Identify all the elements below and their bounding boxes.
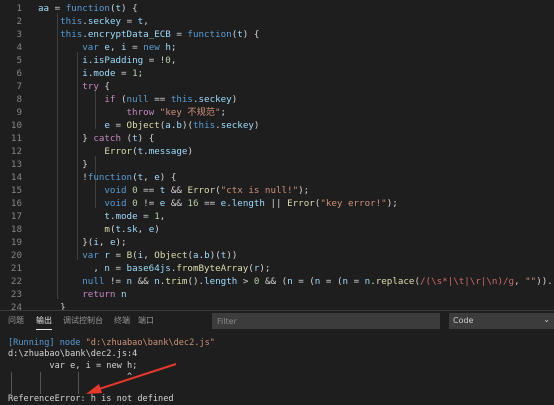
code-line[interactable]: 17 t.mode = 1,: [0, 210, 554, 223]
line-number: 20: [10, 250, 22, 261]
code-text: e = Object(a.b)(this.seckey): [104, 120, 260, 131]
line-number: 6: [16, 68, 22, 79]
code-line[interactable]: 4 var e, i = new h;: [0, 41, 554, 54]
code-line[interactable]: 16 void 0 != e && 16 == e.length || Erro…: [0, 197, 554, 210]
code-text: void 0 == t && Error("ctx is null!");: [104, 185, 310, 196]
output-channel-label: Code: [453, 316, 474, 325]
code-line[interactable]: 24 }: [0, 301, 554, 310]
line-number: 15: [10, 185, 22, 196]
line-number: 17: [10, 211, 22, 222]
chevron-down-icon: ⌄: [543, 315, 550, 324]
code-line[interactable]: 18 m(t.sk, e): [0, 223, 554, 236]
code-text: null != n && n.trim().length > 0 && (n =…: [82, 276, 554, 287]
code-line[interactable]: 11 } catch (t) {: [0, 132, 554, 145]
code-line[interactable]: 19 }(i, e);: [0, 236, 554, 249]
code-text: }: [38, 302, 66, 310]
indent-guide: [78, 372, 79, 394]
indent-guide: [40, 372, 41, 394]
line-number: 18: [10, 224, 22, 235]
code-text: throw "key 不规范";: [126, 107, 227, 118]
code-text: try {: [82, 81, 110, 92]
code-text: t.mode = 1,: [104, 211, 166, 222]
code-line[interactable]: 3 this.encryptData_ECB = function(t) {: [0, 28, 554, 41]
line-number: 8: [16, 94, 22, 105]
line-number: 11: [10, 133, 22, 144]
code-text: } catch (t) {: [38, 133, 155, 144]
code-line[interactable]: 14 !function(t, e) {: [0, 171, 554, 184]
line-number: 4: [16, 42, 22, 53]
code-line[interactable]: 2 this.seckey = t,: [0, 15, 554, 28]
tab-problems[interactable]: 问题: [8, 315, 24, 326]
running-tag: [Running] node: [8, 338, 86, 348]
tab-ports[interactable]: 端口: [138, 315, 154, 326]
indent-guide: [11, 372, 12, 394]
line-number: 16: [10, 198, 22, 209]
output-source-line: var e, i = new h;: [8, 361, 138, 371]
tab-output[interactable]: 输出: [36, 315, 52, 330]
code-text: aa = function(t) {: [38, 3, 138, 14]
line-number: 13: [10, 159, 22, 170]
code-text: !function(t, e) {: [38, 172, 177, 183]
line-number: 10: [10, 120, 22, 131]
output-running-line: [Running] node "d:\zhuabao\bank\dec2.js": [8, 338, 215, 349]
line-number: 24: [10, 302, 22, 310]
code-line[interactable]: 5 i.isPadding = !0,: [0, 54, 554, 67]
code-text: this.seckey = t,: [60, 16, 149, 27]
tab-debug-console[interactable]: 调试控制台: [63, 315, 103, 326]
line-number: 21: [10, 263, 22, 274]
code-line[interactable]: 23 return n: [0, 288, 554, 301]
code-text: i.isPadding = !0,: [82, 55, 177, 66]
code-line[interactable]: 10 e = Object(a.b)(this.seckey): [0, 119, 554, 132]
running-path: "d:\zhuabao\bank\dec2.js": [85, 338, 215, 348]
code-line[interactable]: 8 if (null == this.seckey): [0, 93, 554, 106]
line-number: 22: [10, 276, 22, 287]
code-text: this.encryptData_ECB = function(t) {: [60, 29, 260, 40]
code-editor[interactable]: 1 aa = function(t) {2 this.seckey = t, 3 t…: [0, 0, 554, 310]
line-number: 19: [10, 237, 22, 248]
line-number: 5: [16, 55, 22, 66]
code-text: return n: [82, 289, 127, 300]
code-line[interactable]: 12 Error(t.message): [0, 145, 554, 158]
output-location-line: d:\zhuabao\bank\dec2.js:4: [8, 349, 138, 359]
code-line[interactable]: 22 null != n && n.trim().length > 0 && (…: [0, 275, 554, 288]
line-number: 2: [16, 16, 22, 27]
code-text: void 0 != e && 16 == e.length || Error("…: [104, 198, 398, 209]
code-text: i.mode = 1;: [82, 68, 144, 79]
code-line[interactable]: 7 try {: [0, 80, 554, 93]
panel-tab-bar: 问题 输出 调试控制台 终端 端口 Filter Code ⌄: [0, 311, 554, 331]
line-number: 3: [16, 29, 22, 40]
line-number: 1: [16, 3, 22, 14]
code-line[interactable]: 15 void 0 == t && Error("ctx is null!");: [0, 184, 554, 197]
line-number: 9: [16, 107, 22, 118]
code-text: var e, i = new h;: [82, 42, 177, 53]
code-text: if (null == this.seckey): [104, 94, 238, 105]
line-number: 7: [16, 81, 22, 92]
code-line[interactable]: 13 }: [0, 158, 554, 171]
code-text: Error(t.message): [104, 146, 193, 157]
line-number: 14: [10, 172, 22, 183]
code-line[interactable]: 9 throw "key 不规范";: [0, 106, 554, 119]
code-text: , n = base64js.fromByteArray(r);: [38, 263, 271, 274]
output-panel: 问题 输出 调试控制台 终端 端口 Filter Code ⌄ [Running…: [0, 310, 554, 405]
code-text: }: [38, 159, 88, 170]
line-number: 23: [10, 289, 22, 300]
output-caret-line: ^: [8, 372, 133, 382]
code-line[interactable]: 1 aa = function(t) {: [0, 2, 554, 15]
line-number: 12: [10, 146, 22, 157]
code-line[interactable]: 6 i.mode = 1;: [0, 67, 554, 80]
code-line[interactable]: 20 var r = B(i, Object(a.b)(t)): [0, 249, 554, 262]
output-error-line: ReferenceError: h is not defined: [8, 394, 174, 404]
code-text: var r = B(i, Object(a.b)(t)): [82, 250, 238, 261]
code-line[interactable]: 21 , n = base64js.fromByteArray(r);: [0, 262, 554, 275]
code-text: }(i, e);: [38, 237, 127, 248]
code-text: m(t.sk, e): [104, 224, 160, 235]
tab-terminal[interactable]: 终端: [114, 315, 130, 326]
filter-input[interactable]: Filter: [212, 313, 440, 329]
output-channel-select[interactable]: Code ⌄: [449, 313, 554, 329]
